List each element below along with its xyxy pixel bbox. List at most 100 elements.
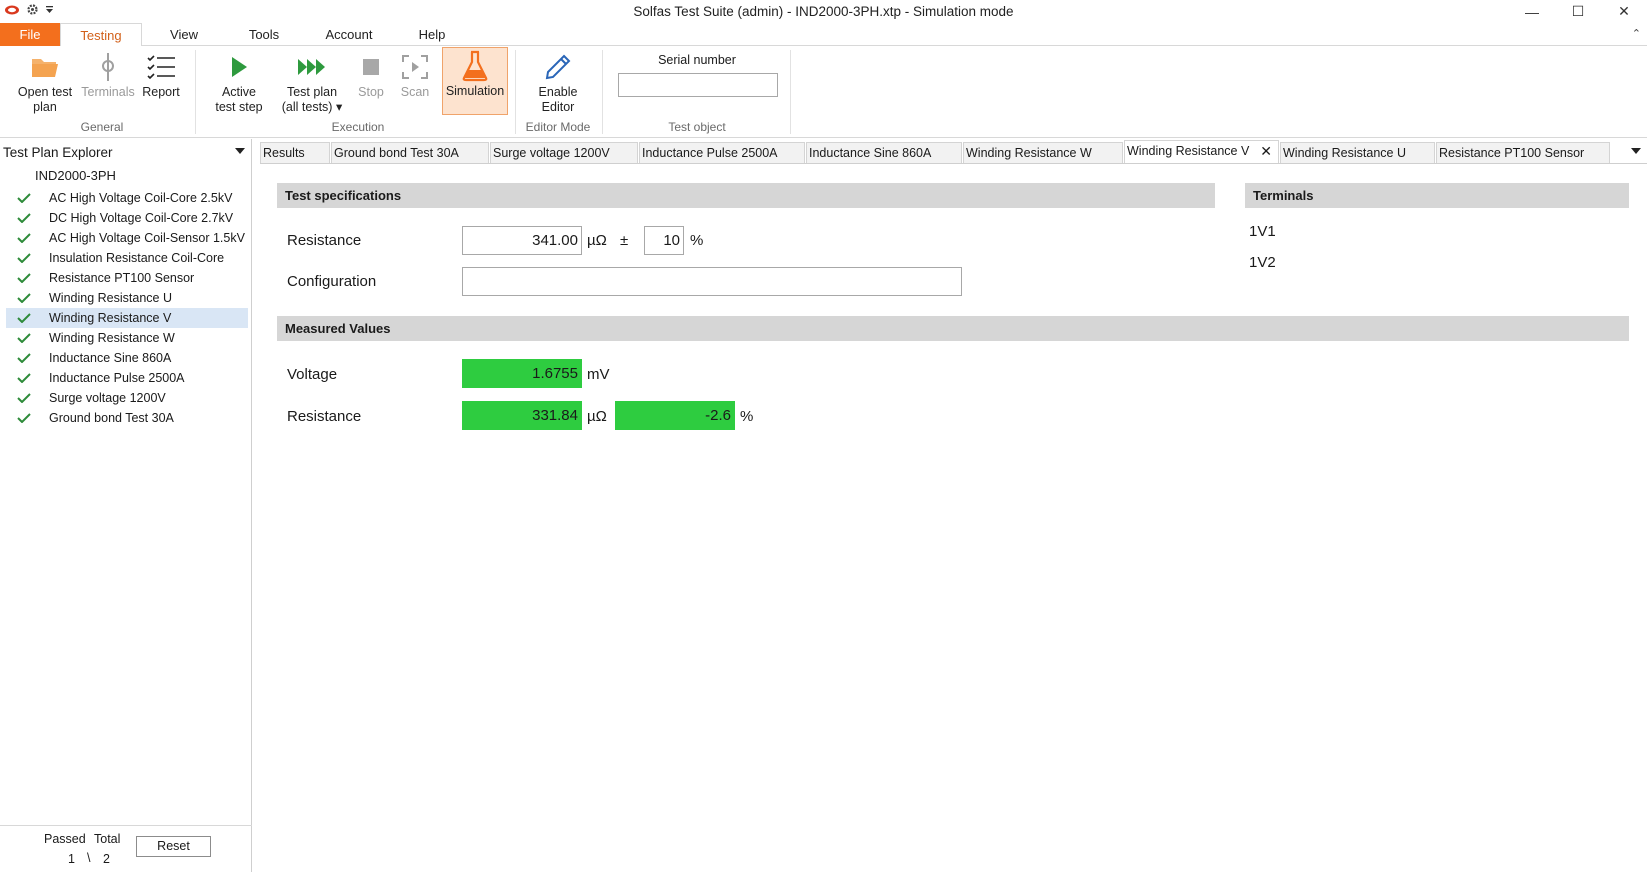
- doc-tab-resistance-pt100[interactable]: Resistance PT100 Sensor: [1436, 142, 1610, 163]
- tree-item[interactable]: AC High Voltage Coil-Core 2.5kV: [6, 188, 248, 208]
- stop-button[interactable]: Stop: [352, 49, 390, 119]
- doc-tab-inductance-pulse[interactable]: Inductance Pulse 2500A: [639, 142, 805, 163]
- tab-tools[interactable]: Tools: [240, 23, 288, 46]
- reset-button[interactable]: Reset: [136, 836, 211, 857]
- tab-view[interactable]: View: [160, 23, 208, 46]
- report-button[interactable]: Report: [138, 49, 184, 119]
- group-separator: [790, 50, 791, 134]
- explorer-dropdown-icon[interactable]: [235, 148, 245, 154]
- test-step-tree: AC High Voltage Coil-Core 2.5kV DC High V…: [6, 188, 248, 428]
- tree-item-label: AC High Voltage Coil-Sensor 1.5kV: [49, 231, 245, 245]
- terminal-connector-icon: [78, 49, 138, 85]
- spec-resistance-input[interactable]: 341.00: [462, 226, 582, 255]
- tree-item-label: AC High Voltage Coil-Core 2.5kV: [49, 191, 233, 205]
- doc-tab-winding-resistance-w[interactable]: Winding Resistance W: [963, 142, 1123, 163]
- tab-account[interactable]: Account: [322, 23, 376, 46]
- group-label-general: General: [80, 120, 124, 134]
- collapse-ribbon-icon[interactable]: ⌃: [1632, 27, 1641, 40]
- simulation-toggle-button[interactable]: Simulation: [442, 47, 508, 115]
- ribbon-tab-row: File Testing View Tools Account Help ⌃: [0, 23, 1647, 47]
- passed-check-icon: [17, 393, 31, 403]
- close-window-button[interactable]: ✕: [1601, 0, 1647, 23]
- tree-item[interactable]: Resistance PT100 Sensor: [6, 268, 248, 288]
- passed-check-icon: [17, 233, 31, 243]
- tree-item[interactable]: Winding Resistance V: [6, 308, 248, 328]
- tree-item[interactable]: Winding Resistance W: [6, 328, 248, 348]
- group-separator: [602, 50, 603, 134]
- enable-editor-label-1: Enable: [538, 85, 578, 99]
- test-plan-explorer: Test Plan Explorer IND2000-3PH AC High V…: [0, 139, 252, 872]
- passed-label: Passed: [44, 832, 86, 846]
- doc-tab-winding-resistance-v[interactable]: Winding Resistance V ✕: [1124, 140, 1279, 163]
- group-separator: [195, 50, 196, 134]
- stop-label: Stop: [358, 85, 384, 99]
- doc-tab-inductance-sine[interactable]: Inductance Sine 860A: [806, 142, 962, 163]
- spec-resistance-label: Resistance: [287, 232, 362, 249]
- total-label: Total: [94, 832, 121, 846]
- tree-item-label: Inductance Sine 860A: [49, 351, 172, 365]
- passed-check-icon: [17, 213, 31, 223]
- maximize-button[interactable]: ☐: [1555, 0, 1601, 23]
- test-plan-label-2: (all tests) ▾: [281, 100, 343, 114]
- tree-item[interactable]: Inductance Sine 860A: [6, 348, 248, 368]
- tree-item[interactable]: Winding Resistance U: [6, 288, 248, 308]
- passed-check-icon: [17, 333, 31, 343]
- passed-check-icon: [17, 353, 31, 363]
- count-separator: \: [87, 851, 91, 865]
- explorer-header[interactable]: Test Plan Explorer: [3, 145, 249, 160]
- passed-check-icon: [17, 273, 31, 283]
- terminals-button[interactable]: Terminals: [78, 49, 138, 119]
- passed-check-icon: [17, 313, 31, 323]
- voltage-value: 1.6755: [462, 359, 582, 388]
- checklist-icon: [138, 49, 184, 85]
- minimize-button[interactable]: —: [1509, 0, 1555, 23]
- tree-item-label: Surge voltage 1200V: [49, 391, 166, 405]
- scan-label: Scan: [400, 85, 430, 99]
- configuration-label: Configuration: [287, 273, 377, 290]
- spec-tolerance-input[interactable]: 10: [644, 226, 684, 255]
- explorer-footer: Passed Total 1 \ 2 Reset: [0, 825, 252, 872]
- folder-icon: [12, 49, 78, 85]
- measured-resistance-unit: µΩ: [587, 408, 607, 425]
- tree-root-node[interactable]: IND2000-3PH: [35, 168, 116, 183]
- tree-item-label: Winding Resistance W: [49, 331, 175, 345]
- tree-item[interactable]: AC High Voltage Coil-Sensor 1.5kV: [6, 228, 248, 248]
- scan-button[interactable]: Scan: [394, 49, 436, 119]
- scan-icon: [394, 49, 436, 85]
- close-tab-icon[interactable]: ✕: [1260, 141, 1272, 162]
- total-count: 2: [103, 852, 110, 866]
- tabs-overflow-dropdown-icon[interactable]: [1631, 148, 1641, 154]
- doc-tab-winding-resistance-u[interactable]: Winding Resistance U: [1280, 142, 1435, 163]
- doc-tab-label: Surge voltage 1200V: [493, 146, 610, 160]
- tree-item-label: Resistance PT100 Sensor: [49, 271, 195, 285]
- fast-forward-icon: [274, 49, 350, 85]
- flask-icon: [443, 48, 507, 84]
- window-title: Solfas Test Suite (admin) - IND2000-3PH.…: [633, 4, 1014, 19]
- configuration-input[interactable]: [462, 267, 962, 296]
- passed-check-icon: [17, 373, 31, 383]
- doc-tab-surge-voltage[interactable]: Surge voltage 1200V: [490, 142, 638, 163]
- tree-item[interactable]: Insulation Resistance Coil-Core: [6, 248, 248, 268]
- enable-editor-button[interactable]: Enable Editor: [528, 49, 588, 119]
- doc-tab-label: Ground bond Test 30A: [334, 146, 459, 160]
- measured-values-header: Measured Values: [277, 316, 1629, 341]
- deviation-unit: %: [740, 408, 754, 425]
- tab-help[interactable]: Help: [414, 23, 450, 46]
- tree-item[interactable]: DC High Voltage Coil-Core 2.7kV: [6, 208, 248, 228]
- tab-file[interactable]: File: [0, 23, 60, 46]
- doc-tab-ground-bond[interactable]: Ground bond Test 30A: [331, 142, 489, 163]
- open-test-plan-button[interactable]: Open test plan: [12, 49, 78, 119]
- run-test-plan-button[interactable]: Test plan (all tests) ▾: [274, 49, 350, 119]
- tree-item[interactable]: Ground bond Test 30A: [6, 408, 248, 428]
- tab-testing[interactable]: Testing: [60, 23, 142, 47]
- tree-item[interactable]: Inductance Pulse 2500A: [6, 368, 248, 388]
- serial-number-input[interactable]: [618, 73, 778, 97]
- doc-tab-label: Inductance Pulse 2500A: [642, 146, 778, 160]
- stop-icon: [352, 49, 390, 85]
- doc-tab-results[interactable]: Results: [260, 142, 330, 163]
- voltage-unit: mV: [587, 366, 610, 383]
- run-active-test-step-button[interactable]: Active test step: [208, 49, 270, 119]
- voltage-label: Voltage: [287, 366, 338, 383]
- test-plan-label-1: Test plan: [286, 85, 338, 99]
- tree-item[interactable]: Surge voltage 1200V: [6, 388, 248, 408]
